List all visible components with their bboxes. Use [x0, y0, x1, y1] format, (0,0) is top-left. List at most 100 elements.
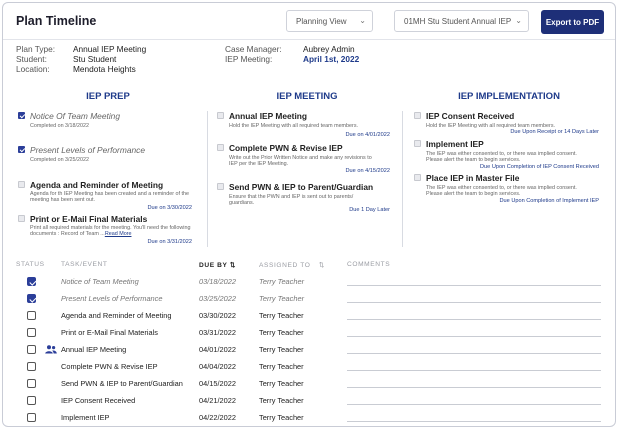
assigned-to-header[interactable]: ASSIGNED TO ⇅	[259, 261, 325, 269]
plan-timeline-panel: Plan Timeline Planning View ⌄ 01MH Stu S…	[2, 2, 616, 427]
due-date: 04/22/2022	[199, 413, 236, 422]
status-checkbox[interactable]	[27, 277, 36, 286]
export-pdf-button[interactable]: Export to PDF	[541, 10, 604, 34]
column-title-iep-prep: IEP PREP	[86, 91, 130, 102]
card-checkbox[interactable]	[18, 181, 25, 188]
assigned-to: Terry Teacher	[259, 362, 304, 371]
task-name: Notice of Team Meeting	[61, 277, 139, 286]
comment-field[interactable]	[347, 302, 601, 303]
task-header: TASK/EVENT	[61, 261, 108, 268]
iep-meeting-date[interactable]: April 1st, 2022	[303, 54, 359, 64]
status-checkbox[interactable]	[27, 413, 36, 422]
card-checkbox[interactable]	[217, 112, 224, 119]
task-name: IEP Consent Received	[61, 396, 136, 405]
sort-icon[interactable]: ⇅	[230, 262, 236, 269]
timeline-card[interactable]: Present Levels of Performance Completed …	[18, 145, 204, 169]
table-row[interactable]: Complete PWN & Revise IEP 04/04/2022 Terry…	[3, 358, 615, 375]
status-checkbox[interactable]	[27, 328, 36, 337]
card-checkbox[interactable]	[414, 112, 421, 119]
timeline-card[interactable]: Place IEP in Master File The IEP was eit…	[414, 173, 610, 207]
assigned-to: Terry Teacher	[259, 396, 304, 405]
timeline-card[interactable]: Send PWN & IEP to Parent/Guardian Ensure…	[217, 182, 397, 216]
assigned-to: Terry Teacher	[259, 379, 304, 388]
timeline-card[interactable]: Print or E-Mail Final Materials Print al…	[18, 214, 204, 250]
task-name: Complete PWN & Revise IEP	[61, 362, 158, 371]
card-checkbox[interactable]	[18, 112, 25, 119]
student-value: Stu Student	[73, 54, 117, 64]
status-checkbox[interactable]	[27, 379, 36, 388]
due-date: 04/15/2022	[199, 379, 236, 388]
task-name: Implement IEP	[61, 413, 110, 422]
card-description: The IEP was either consented to, or ther…	[426, 185, 577, 198]
assigned-to: Terry Teacher	[259, 345, 304, 354]
task-name: Print or E-Mail Final Materials	[61, 328, 158, 337]
task-name: Annual IEP Meeting	[61, 345, 127, 354]
chevron-down-icon: ⌄	[515, 16, 522, 25]
timeline-card[interactable]: IEP Consent Received Hold the IEP Meetin…	[414, 111, 610, 137]
comment-field[interactable]	[347, 285, 601, 286]
timeline-card[interactable]: Notice Of Team Meeting Completed on 3/18…	[18, 111, 204, 135]
comment-field[interactable]	[347, 353, 601, 354]
table-row[interactable]: Implement IEP 04/22/2022 Terry Teacher	[3, 409, 615, 426]
card-due-date: Due on 4/15/2022	[345, 168, 390, 174]
card-due-date: Due on 3/30/2022	[147, 205, 192, 211]
student-plan-select[interactable]: 01MH Stu Student Annual IEP ⌄	[394, 10, 529, 32]
table-row[interactable]: IEP Consent Received 04/21/2022 Terry Teac…	[3, 392, 615, 409]
card-checkbox[interactable]	[217, 183, 224, 190]
plan-info: Plan Type: Annual IEP Meeting Student: Stu…	[16, 44, 146, 74]
card-due-date: Due 1 Day Later	[349, 207, 390, 213]
chevron-down-icon: ⌄	[359, 16, 366, 25]
timeline-card[interactable]: Agenda and Reminder of Meeting Agenda fo…	[18, 180, 204, 216]
sort-icon[interactable]: ⇅	[319, 262, 325, 269]
due-date: 04/21/2022	[199, 396, 236, 405]
card-description: Completed on 3/18/2022	[30, 123, 90, 129]
card-checkbox[interactable]	[217, 144, 224, 151]
read-more-link[interactable]: Read More	[105, 231, 132, 237]
card-checkbox[interactable]	[18, 215, 25, 222]
card-description: Ensure that the PWN and IEP is sent out …	[229, 194, 354, 207]
timeline-card[interactable]: Implement IEP The IEP was either consent…	[414, 139, 610, 173]
timeline-card[interactable]: Complete PWN & Revise IEP Write out the …	[217, 143, 397, 177]
card-checkbox[interactable]	[414, 174, 421, 181]
status-checkbox[interactable]	[27, 396, 36, 405]
comment-field[interactable]	[347, 319, 601, 320]
column-title-iep-meeting: IEP MEETING	[276, 91, 338, 102]
due-by-header-label: DUE BY	[199, 262, 228, 269]
comment-field[interactable]	[347, 421, 601, 422]
status-checkbox[interactable]	[27, 362, 36, 371]
card-title: Implement IEP	[426, 139, 484, 149]
column-divider	[402, 111, 403, 247]
card-title: Complete PWN & Revise IEP	[229, 143, 343, 153]
card-title: Send PWN & IEP to Parent/Guardian	[229, 182, 374, 192]
due-date: 03/31/2022	[199, 328, 236, 337]
planning-view-select[interactable]: Planning View ⌄	[286, 10, 373, 32]
card-checkbox[interactable]	[18, 146, 25, 153]
comment-field[interactable]	[347, 404, 601, 405]
comment-field[interactable]	[347, 336, 601, 337]
location-value: Mendota Heights	[73, 64, 136, 74]
table-row[interactable]: Notice of Team Meeting 03/18/2022 Terry Te…	[3, 273, 615, 290]
location-label: Location:	[16, 64, 50, 74]
table-row[interactable]: Print or E-Mail Final Materials 03/31/202…	[3, 324, 615, 341]
card-due-date: Due on 4/01/2022	[345, 132, 390, 138]
card-title: Present Levels of Performance	[30, 145, 145, 155]
status-checkbox[interactable]	[27, 345, 36, 354]
table-row[interactable]: Annual IEP Meeting 04/01/2022 Terry Teache…	[3, 341, 615, 358]
column-divider	[207, 111, 208, 247]
comment-field[interactable]	[347, 387, 601, 388]
due-by-header[interactable]: DUE BY ⇅	[199, 261, 236, 269]
card-checkbox[interactable]	[414, 140, 421, 147]
task-name: Present Levels of Performance	[61, 294, 163, 303]
task-name: Agenda and Reminder of Meeting	[61, 311, 172, 320]
table-row[interactable]: Agenda and Reminder of Meeting 03/30/2022…	[3, 307, 615, 324]
assigned-to: Terry Teacher	[259, 277, 305, 286]
due-date: 04/04/2022	[199, 362, 236, 371]
table-row[interactable]: Present Levels of Performance 03/25/2022 T…	[3, 290, 615, 307]
status-checkbox[interactable]	[27, 294, 36, 303]
assigned-to: Terry Teacher	[259, 294, 305, 303]
comment-field[interactable]	[347, 370, 601, 371]
status-checkbox[interactable]	[27, 311, 36, 320]
header-bar: Plan Timeline Planning View ⌄ 01MH Stu S…	[3, 3, 615, 40]
table-row[interactable]: Send PWN & IEP to Parent/Guardian 04/15/2…	[3, 375, 615, 392]
timeline-card[interactable]: Annual IEP Meeting Hold the IEP Meeting …	[217, 111, 397, 141]
